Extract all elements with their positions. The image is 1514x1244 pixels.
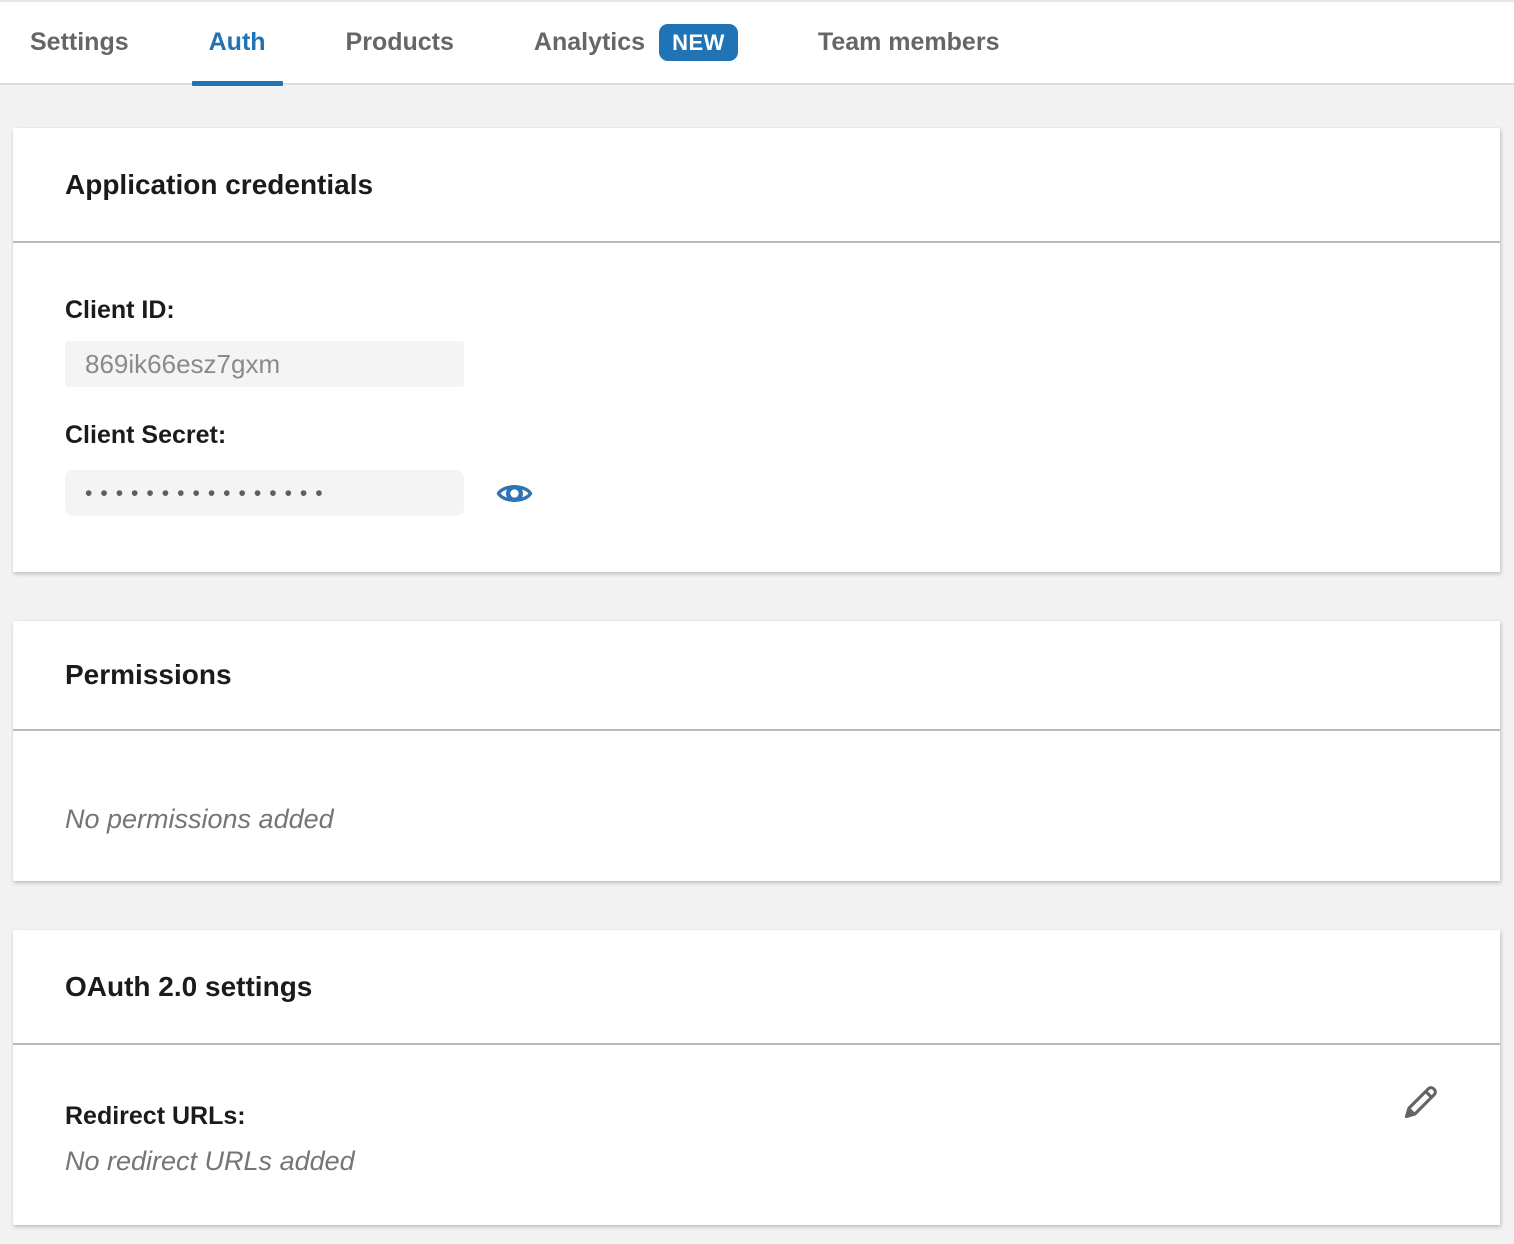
- new-badge: NEW: [659, 24, 738, 61]
- tab-team-members[interactable]: Team members: [801, 1, 1017, 84]
- pencil-icon: [1398, 1081, 1442, 1125]
- client-secret-label: Client Secret:: [65, 420, 1448, 450]
- eye-icon: [496, 478, 533, 509]
- tab-bar: Settings Auth Products Analytics NEW Tea…: [0, 0, 1514, 85]
- client-id-label: Client ID:: [65, 295, 1448, 325]
- permissions-body: No permissions added: [13, 731, 1500, 881]
- tab-auth[interactable]: Auth: [192, 1, 283, 84]
- application-credentials-card: Application credentials Client ID: 869ik…: [13, 128, 1500, 572]
- client-secret-masked-value: ••••••••••••••••: [85, 469, 331, 517]
- tab-products-label: Products: [346, 28, 454, 57]
- show-client-secret-button[interactable]: [496, 478, 533, 509]
- tab-auth-label: Auth: [209, 28, 266, 57]
- tab-analytics-label: Analytics: [534, 28, 645, 57]
- application-credentials-body: Client ID: 869ik66esz7gxm Client Secret:…: [13, 243, 1500, 572]
- permissions-card: Permissions No permissions added: [13, 621, 1500, 881]
- oauth-settings-card: OAuth 2.0 settings Redirect URLs: No red…: [13, 930, 1500, 1225]
- auth-tab-content: Application credentials Client ID: 869ik…: [0, 85, 1514, 1225]
- oauth-settings-header: OAuth 2.0 settings: [13, 930, 1500, 1045]
- client-secret-field[interactable]: ••••••••••••••••: [65, 470, 464, 516]
- tab-products[interactable]: Products: [329, 1, 471, 84]
- tab-analytics[interactable]: Analytics NEW: [517, 1, 755, 84]
- permissions-title: Permissions: [65, 659, 232, 691]
- application-credentials-title: Application credentials: [65, 169, 373, 201]
- tab-settings-label: Settings: [30, 28, 129, 57]
- client-id-field[interactable]: 869ik66esz7gxm: [65, 341, 464, 387]
- oauth-settings-body: Redirect URLs: No redirect URLs added: [13, 1045, 1500, 1225]
- permissions-header: Permissions: [13, 621, 1500, 731]
- client-secret-row: ••••••••••••••••: [65, 470, 1448, 516]
- tab-settings[interactable]: Settings: [13, 1, 146, 84]
- redirect-urls-label: Redirect URLs:: [65, 1101, 1448, 1131]
- redirect-urls-empty-text: No redirect URLs added: [65, 1145, 1448, 1177]
- tab-team-members-label: Team members: [818, 28, 1000, 57]
- oauth-settings-title: OAuth 2.0 settings: [65, 971, 312, 1003]
- permissions-empty-text: No permissions added: [65, 803, 1448, 835]
- client-id-value: 869ik66esz7gxm: [85, 349, 280, 380]
- application-credentials-header: Application credentials: [13, 128, 1500, 243]
- edit-redirect-urls-button[interactable]: [1398, 1081, 1442, 1125]
